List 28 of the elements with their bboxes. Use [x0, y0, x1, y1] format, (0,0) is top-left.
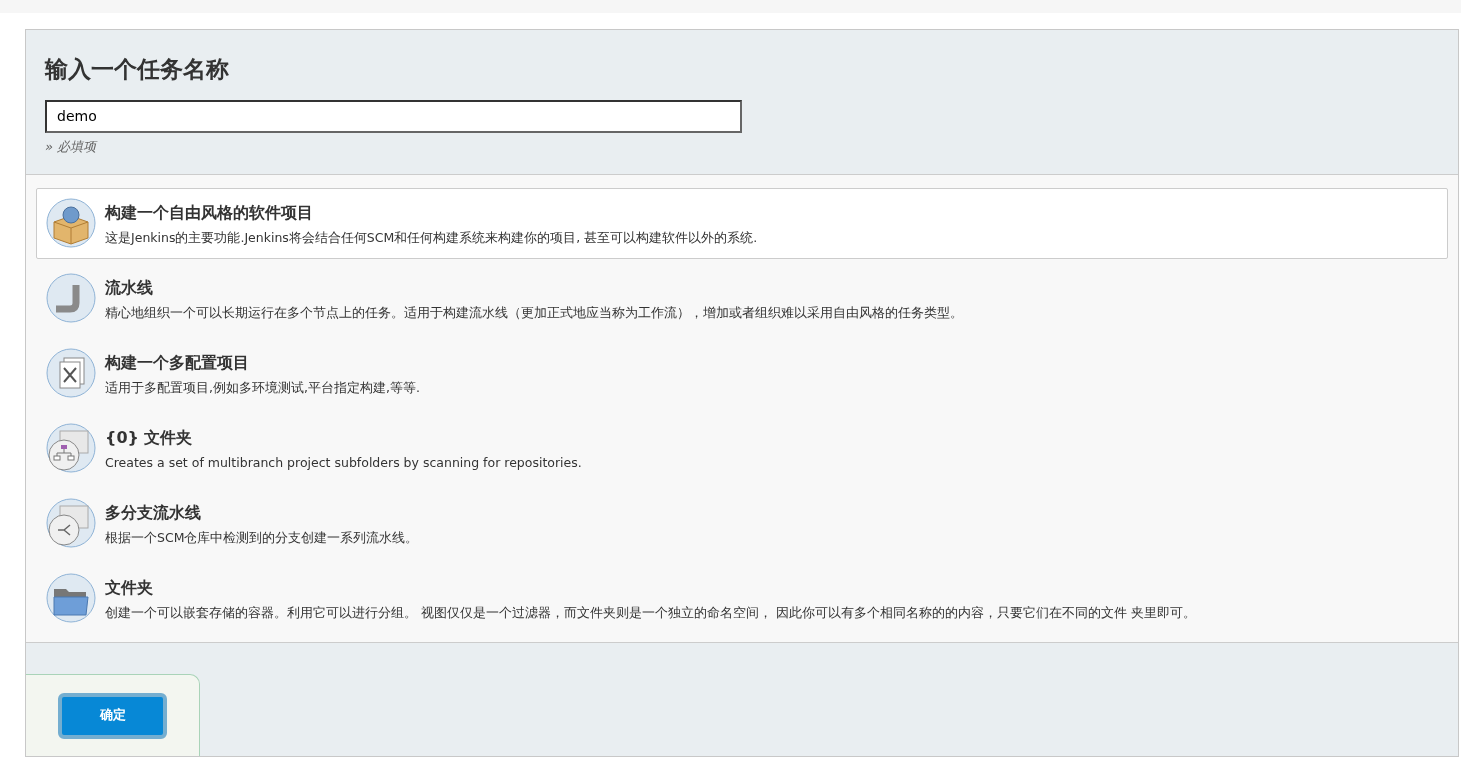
documents-icon: [46, 348, 96, 399]
item-name-field[interactable]: demo: [45, 99, 742, 133]
item-type-title: 多分支流水线: [105, 502, 202, 525]
pipe-icon: [46, 273, 96, 324]
item-type-title: {0} 文件夹: [105, 427, 194, 450]
item-type-title: 流水线: [105, 277, 154, 300]
required-note: » 必填项: [45, 137, 99, 156]
folder-icon: [46, 573, 96, 624]
folder-hierarchy-icon: [46, 423, 96, 474]
item-type-title: 构建一个多配置项目: [105, 352, 250, 375]
item-type-title: 文件夹: [105, 577, 154, 600]
box-icon: [46, 198, 96, 249]
item-type-description: 精心地组织一个可以长期运行在多个节点上的任务。适用于构建流水线（更加正式地应当称为工作流），增加或者组织难以采用自由风格的任务类型。: [105, 304, 963, 323]
ok-button[interactable]: 确定: [58, 692, 167, 739]
item-type-option[interactable]: 文件夹 创建一个可以嵌套存储的容器。利用它可以进行分组。 视图仅仅是一个过滤器，而文件夹则是一个独立的命名空间， 因此你可以有多个相同名称的的内容，只要它们在不同的文件 夹里即可。: [36, 563, 1448, 635]
item-type-description: Creates a set of multibranch project subfolders by scanning for repositories.: [105, 454, 582, 473]
item-type-option[interactable]: 流水线 精心地组织一个可以长期运行在多个节点上的任务。适用于构建流水线（更加正式地应当称为工作流），增加或者组织难以采用自由风格的任务类型。: [36, 263, 1448, 335]
item-type-description: 适用于多配置项目,例如多环境测试,平台指定构建,等等.: [105, 379, 420, 398]
page-title: 输入一个任务名称: [45, 56, 230, 84]
item-type-option[interactable]: {0} 文件夹 Creates a set of multibranch project subfolders by scanning for repositories.: [36, 413, 1448, 485]
item-type-title: 构建一个自由风格的软件项目: [105, 202, 314, 225]
item-type-option[interactable]: 构建一个自由风格的软件项目 这是Jenkins的主要功能.Jenkins将会结合任何SCM和任何构建系统来构建你的项目, 甚至可以构建软件以外的系统.: [36, 188, 1448, 260]
branch-icon: [46, 498, 96, 549]
item-type-option[interactable]: 多分支流水线 根据一个SCM仓库中检测到的分支创建一系列流水线。: [36, 488, 1448, 560]
item-type-option[interactable]: 构建一个多配置项目 适用于多配置项目,例如多环境测试,平台指定构建,等等.: [36, 338, 1448, 410]
item-type-description: 根据一个SCM仓库中检测到的分支创建一系列流水线。: [105, 529, 419, 548]
item-type-description: 这是Jenkins的主要功能.Jenkins将会结合任何SCM和任何构建系统来构建你的项目, 甚至可以构建软件以外的系统.: [105, 229, 758, 248]
item-type-description: 创建一个可以嵌套存储的容器。利用它可以进行分组。 视图仅仅是一个过滤器，而文件夹则是一个独立的命名空间， 因此你可以有多个相同名称的的内容，只要它们在不同的文件 夹里即可。: [105, 604, 1196, 623]
